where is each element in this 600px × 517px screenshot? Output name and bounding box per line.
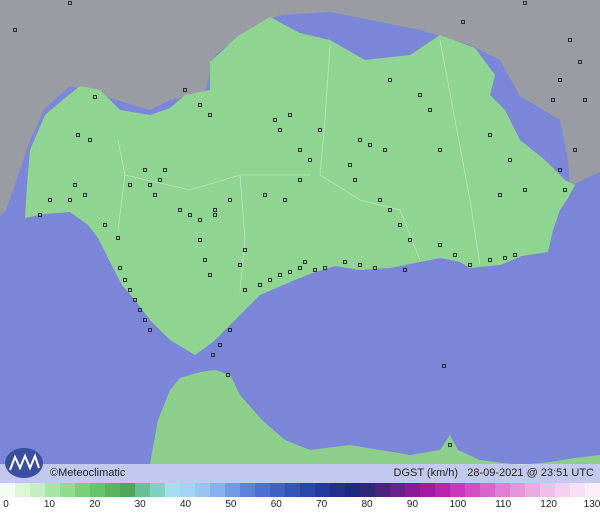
scale-tick-label: 10 [43,499,55,510]
scale-color-step [105,483,120,497]
scale-color-step [405,483,420,497]
scale-color-step [450,483,465,497]
scale-color-step [285,483,300,497]
credit-label: ©Meteoclimatic [50,467,126,479]
scale-color-step [165,483,180,497]
scale-color-step [570,483,585,497]
scale-tick-label: 80 [361,499,373,510]
scale-color-step [225,483,240,497]
scale-color-step [150,483,165,497]
scale-tick-label: 30 [134,499,146,510]
scale-tick-label: 40 [179,499,192,510]
scale-tick-label: 130 [583,499,600,510]
scale-color-step [255,483,270,497]
scale-color-step [330,483,345,497]
scale-color-step [495,483,510,497]
scale-color-step [525,483,540,497]
scale-tick-label: 100 [449,499,467,510]
scale-color-step [195,483,210,497]
scale-tick-label: 90 [406,499,419,510]
scale-color-step [90,483,105,497]
scale-color-step [180,483,195,497]
scale-color-step [360,483,375,497]
scale-tick-label: 50 [225,499,237,510]
scale-color-step [465,483,480,497]
scale-color-step [15,483,30,497]
scale-color-step [210,483,225,497]
scale-tick-label: 20 [89,499,101,510]
scale-color-step [510,483,525,497]
scale-color-step [435,483,450,497]
color-scale-bar [0,483,600,497]
scale-color-step [0,483,15,497]
scale-color-step [315,483,330,497]
scale-color-step [75,483,90,497]
scale-color-step [375,483,390,497]
scale-color-step [420,483,435,497]
meteoclimatic-logo [5,448,43,478]
datetime-label: 28-09-2021 @ 23:51 UTC [467,467,594,479]
scale-color-step [480,483,495,497]
scale-tick-label: 120 [540,499,557,510]
color-scale-labels: 0 10 20 30 40 50 60 70 80 90 100 110 120 130 [0,497,600,517]
map-info-label: DGST (km/h) 28-09-2021 @ 23:51 UTC [394,467,595,479]
scale-color-step [135,483,150,497]
scale-tick-label: 110 [495,499,512,510]
scale-color-step [60,483,75,497]
scale-color-step [345,483,360,497]
scale-color-step [585,483,600,497]
weather-map: ©Meteoclimatic DGST (km/h) 28-09-2021 @ … [0,0,600,517]
variable-label: DGST (km/h) [393,467,459,479]
scale-color-step [120,483,135,497]
map-canvas [0,0,600,517]
scale-color-step [540,483,555,497]
scale-color-step [390,483,405,497]
scale-color-step [30,483,45,497]
scale-color-step [240,483,255,497]
scale-color-step [555,483,570,497]
scale-tick-label: 60 [270,499,282,510]
scale-tick-label: 70 [316,499,328,510]
scale-tick-label: 0 [3,499,9,510]
scale-color-step [270,483,285,497]
scale-color-step [45,483,60,497]
scale-color-step [300,483,315,497]
